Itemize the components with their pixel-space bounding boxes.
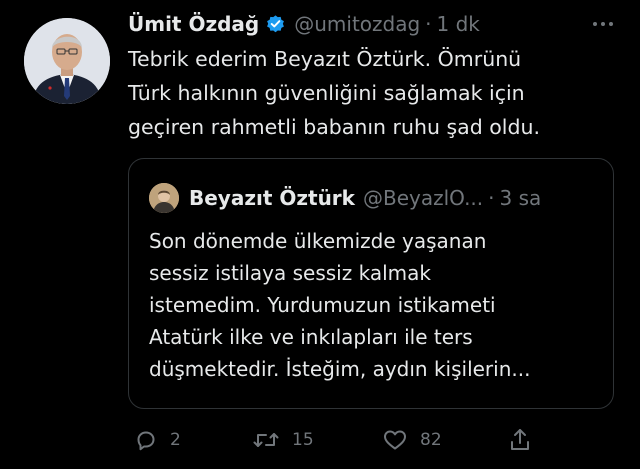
quoted-text-line: Son dönemde ülkemizde yaşanan [149,229,487,253]
more-options-icon[interactable] [588,12,618,36]
header-separator: · [425,12,432,36]
quoted-author-display-name[interactable]: Beyazıt Öztürk [189,186,355,210]
tweet[interactable]: Ümit Özdağ @umitozdag · 1 dk Tebrik eder… [0,0,640,469]
reply-count: 2 [170,430,181,450]
tweet-text-line: Türk halkının güvenliğini sağlamak için [128,81,525,105]
quoted-tweet-text: Son dönemde ülkemizde yaşanan sessiz ist… [149,225,599,385]
quoted-author-handle[interactable]: @BeyazlO... [363,186,483,210]
tweet-text-line: Tebrik ederim Beyazıt Öztürk. Ömrünü [128,47,522,71]
tweet-header: Ümit Özdağ @umitozdag · 1 dk [128,8,480,40]
heart-icon [382,428,408,452]
quoted-tweet-header: Beyazıt Öztürk @BeyazlO... · 3 sa [189,181,541,215]
reply-button[interactable]: 2 [134,424,181,456]
author-avatar[interactable] [24,18,110,104]
author-display-name[interactable]: Ümit Özdağ [128,12,259,36]
retweet-button[interactable]: 15 [252,424,314,456]
quoted-author-avatar[interactable] [149,183,179,213]
quoted-tweet-timestamp[interactable]: 3 sa [500,186,542,210]
like-count: 82 [420,430,442,450]
tweet-action-bar: 2 15 82 [128,424,538,456]
tweet-text-line: geçiren rahmetli babanın ruhu şad oldu. [128,115,541,139]
share-button[interactable] [508,424,532,456]
quoted-text-line: Atatürk ilke ve inkılapları ile ters [149,325,473,349]
like-button[interactable]: 82 [382,424,442,456]
quoted-text-line: istemedim. Yurdumuzun istikameti [149,293,496,317]
quoted-header-separator: · [488,186,495,210]
retweet-count: 15 [292,430,314,450]
retweet-icon [252,428,280,452]
author-handle[interactable]: @umitozdag [294,12,420,36]
reply-icon [134,428,158,452]
verified-badge-icon [265,14,286,35]
tweet-text: Tebrik ederim Beyazıt Öztürk. Ömrünü Tür… [128,42,598,144]
tweet-timestamp[interactable]: 1 dk [437,12,480,36]
share-icon [508,427,532,453]
quoted-text-line: sessiz istilaya sessiz kalmak [149,261,431,285]
quoted-text-line: düşmektedir. İsteğim, aydın kişilerin... [149,357,531,381]
quoted-tweet-card[interactable]: Beyazıt Öztürk @BeyazlO... · 3 sa Son dö… [128,158,614,409]
